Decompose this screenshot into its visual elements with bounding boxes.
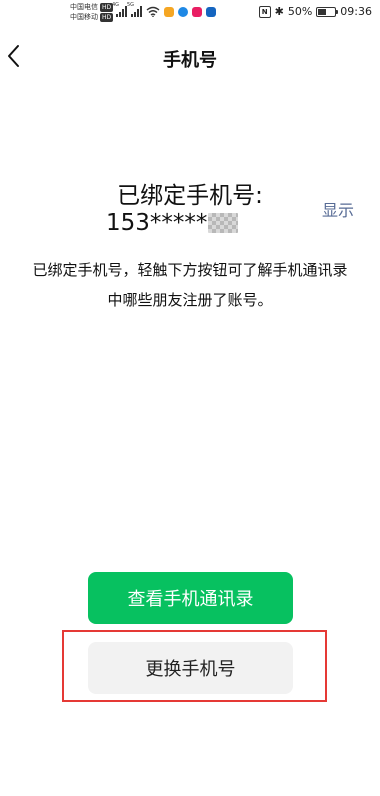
bluetooth-icon: ✱ (274, 5, 284, 18)
carrier-2-label: 中国移动 (70, 13, 98, 21)
status-time: 09:36 (340, 5, 372, 18)
signal-1-tag: 4G (112, 2, 120, 8)
status-bar: 中国电信 HD 中国移动 HD 4G 5G N ✱ 50% 09:36 (0, 0, 380, 26)
battery-icon (316, 6, 339, 17)
signal-2-tag: 5G (127, 2, 135, 8)
nfc-icon: N (258, 5, 271, 18)
app-notification-icon-3 (192, 7, 202, 17)
phone-number-text: 153***** (106, 210, 208, 236)
wifi-icon (146, 6, 160, 17)
page-title: 手机号 (163, 50, 217, 71)
battery-level (318, 8, 327, 15)
nav-bar: 手机号 (0, 32, 380, 82)
hd-badge: HD (100, 12, 114, 22)
signal-group: 4G 5G (112, 3, 216, 17)
phone-number-mosaic (208, 213, 239, 233)
phone-number: 153***** (106, 210, 239, 236)
carrier-1-label: 中国电信 (70, 3, 98, 11)
change-phone-button[interactable]: 更换手机号 (88, 642, 293, 694)
signal-1-icon: 4G (112, 3, 127, 17)
battery-percent: 50% (287, 5, 313, 18)
signal-2-icon: 5G (127, 3, 142, 17)
carrier-info: 中国电信 HD 中国移动 HD (70, 2, 114, 22)
app-notification-icon-1 (164, 7, 174, 17)
app-notification-icon-2 (178, 7, 188, 17)
view-contacts-button[interactable]: 查看手机通讯录 (88, 572, 293, 624)
status-right: N ✱ 50% 09:36 (258, 5, 372, 18)
app-notification-icon-4 (206, 7, 216, 17)
description-text: 已绑定手机号，轻触下方按钮可了解手机通讯录中哪些朋友注册了账号。 (32, 261, 348, 309)
show-number-link[interactable]: 显示 (322, 197, 354, 221)
